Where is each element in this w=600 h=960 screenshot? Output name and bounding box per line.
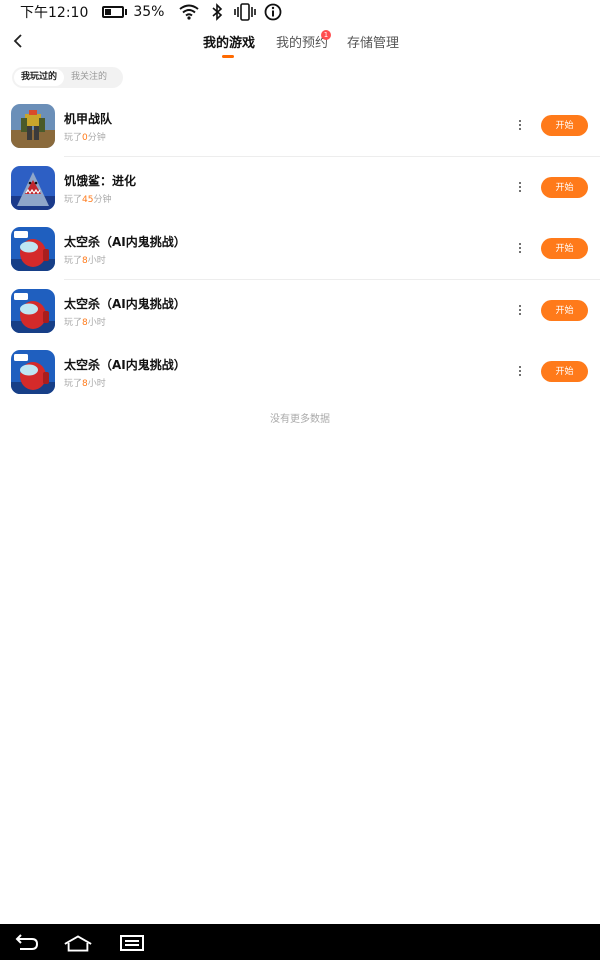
filter-played[interactable]: 我玩过的 xyxy=(14,69,65,86)
playtime: 玩了8小时 xyxy=(64,256,106,266)
game-name: 机甲战队 xyxy=(64,112,113,126)
playtime: 玩了8小时 xyxy=(64,317,106,328)
playtime: 玩了0分钟 xyxy=(64,133,106,143)
more-options-button[interactable] xyxy=(514,302,526,318)
crewmate-game-icon xyxy=(11,227,55,271)
active-tab-indicator xyxy=(222,55,234,58)
list-item[interactable]: 饥饿鲨：进化 玩了45分钟 开始 xyxy=(0,157,600,219)
filter-toggle: 我玩过的 我关注的 xyxy=(12,67,123,88)
more-options-button[interactable] xyxy=(514,117,526,133)
bluetooth-icon xyxy=(206,3,228,21)
game-name: 太空杀（AI内鬼挑战） xyxy=(64,358,186,372)
reservation-badge: 1 xyxy=(321,30,331,40)
game-name: 太空杀（AI内鬼挑战） xyxy=(64,296,186,311)
status-bar: 下午12:10 35% xyxy=(0,0,600,24)
game-name: 饥饿鲨：进化 xyxy=(64,173,137,188)
tab-my-games[interactable]: 我的游戏 xyxy=(203,32,255,51)
start-button[interactable]: 开始 xyxy=(541,176,588,198)
no-more-data-text: 没有更多数据 xyxy=(270,414,330,425)
playtime: 玩了45分钟 xyxy=(64,194,112,205)
mech-robot-game-icon xyxy=(11,104,55,148)
crewmate-game-icon xyxy=(11,350,55,394)
system-nav-bar xyxy=(0,924,600,960)
list-item[interactable]: 太空杀（AI内鬼挑战） 玩了8小时 开始 xyxy=(0,218,600,280)
list-item[interactable]: 太空杀（AI内鬼挑战） 玩了8小时 开始 xyxy=(0,280,600,342)
crewmate-game-icon xyxy=(11,288,55,333)
list-item[interactable]: 太空杀（AI内鬼挑战） 玩了8小时 开始 xyxy=(0,341,600,403)
home-icon[interactable] xyxy=(63,932,93,954)
back-arrow-icon[interactable] xyxy=(11,932,41,954)
more-options-button[interactable] xyxy=(514,363,526,379)
info-icon xyxy=(262,3,284,21)
battery-percent: 35% xyxy=(133,4,165,20)
shark-game-icon xyxy=(11,165,55,210)
status-time: 下午12:10 xyxy=(20,5,89,21)
tab-storage-management[interactable]: 存储管理 xyxy=(347,32,399,51)
game-list: 机甲战队 玩了0分钟 开始 饥饿鲨：进化 玩了45分钟 开始 太空杀（AI内鬼挑… xyxy=(0,95,600,403)
more-options-button[interactable] xyxy=(514,240,526,256)
tab-bar: 我的游戏 我的预约 1 存储管理 xyxy=(0,24,600,60)
filter-followed[interactable]: 我关注的 xyxy=(64,69,114,86)
start-button[interactable]: 开始 xyxy=(541,361,588,382)
playtime: 玩了8小时 xyxy=(64,379,106,389)
vibrate-icon xyxy=(234,3,257,21)
recent-apps-icon[interactable] xyxy=(117,932,147,954)
start-button[interactable]: 开始 xyxy=(541,115,588,136)
game-name: 太空杀（AI内鬼挑战） xyxy=(64,235,186,249)
battery-icon xyxy=(102,6,128,18)
wifi-icon xyxy=(178,3,200,21)
start-button[interactable]: 开始 xyxy=(541,299,588,321)
list-item[interactable]: 机甲战队 玩了0分钟 开始 xyxy=(0,95,600,157)
start-button[interactable]: 开始 xyxy=(541,238,588,259)
more-options-button[interactable] xyxy=(514,179,526,195)
header: 我的游戏 我的预约 1 存储管理 xyxy=(0,24,600,60)
